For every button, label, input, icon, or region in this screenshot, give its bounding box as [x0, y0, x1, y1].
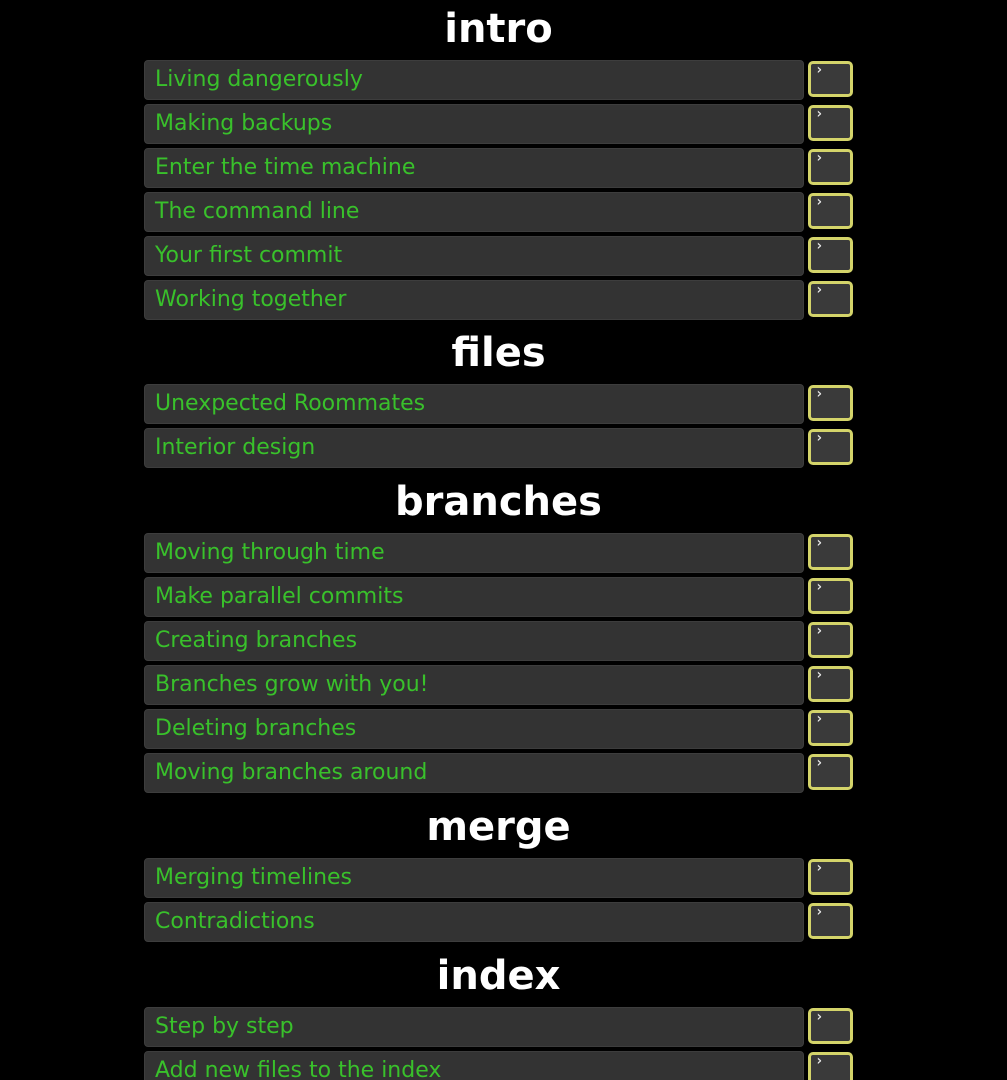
cli-button[interactable]: › [808, 149, 853, 185]
level-button-deleting-branches[interactable]: Deleting branches [144, 709, 804, 749]
level-button-merging-timelines[interactable]: Merging timelines [144, 858, 804, 898]
cli-button[interactable]: › [808, 903, 853, 939]
terminal-prompt-icon: › [815, 667, 824, 683]
terminal-prompt-icon: › [815, 386, 824, 402]
level-button-interior-design[interactable]: Interior design [144, 428, 804, 468]
level-row: Deleting branches › [0, 709, 1007, 753]
cli-button[interactable]: › [808, 237, 853, 273]
terminal-prompt-icon: › [815, 150, 824, 166]
level-row: Unexpected Roommates › [0, 384, 1007, 428]
level-button-step-by-step[interactable]: Step by step [144, 1007, 804, 1047]
level-row: Creating branches › [0, 621, 1007, 665]
level-button-making-backups[interactable]: Making backups [144, 104, 804, 144]
terminal-prompt-icon: › [815, 1053, 824, 1069]
level-button-enter-the-time-machine[interactable]: Enter the time machine [144, 148, 804, 188]
cli-button[interactable]: › [808, 429, 853, 465]
level-button-the-command-line[interactable]: The command line [144, 192, 804, 232]
cli-button[interactable]: › [808, 193, 853, 229]
cli-button[interactable]: › [808, 1052, 853, 1080]
level-button-moving-branches-around[interactable]: Moving branches around [144, 753, 804, 793]
level-button-unexpected-roommates[interactable]: Unexpected Roommates [144, 384, 804, 424]
level-row: Moving branches around › [0, 753, 1007, 797]
terminal-prompt-icon: › [815, 755, 824, 771]
section-title-files: files [451, 330, 546, 376]
cli-button[interactable]: › [808, 385, 853, 421]
terminal-prompt-icon: › [815, 62, 824, 78]
level-row: The command line › [0, 192, 1007, 236]
level-row: Merging timelines › [0, 858, 1007, 902]
level-button-make-parallel-commits[interactable]: Make parallel commits [144, 577, 804, 617]
cli-button[interactable]: › [808, 859, 853, 895]
section-title-branches: branches [395, 479, 602, 525]
cli-button[interactable]: › [808, 534, 853, 570]
level-row: Branches grow with you! › [0, 665, 1007, 709]
level-button-contradictions[interactable]: Contradictions [144, 902, 804, 942]
cli-button[interactable]: › [808, 105, 853, 141]
level-row: Step by step › [0, 1007, 1007, 1051]
level-row: Your first commit › [0, 236, 1007, 280]
terminal-prompt-icon: › [815, 106, 824, 122]
terminal-prompt-icon: › [815, 711, 824, 727]
terminal-prompt-icon: › [815, 282, 824, 298]
level-row: Moving through time › [0, 533, 1007, 577]
level-button-branches-grow-with-you[interactable]: Branches grow with you! [144, 665, 804, 705]
terminal-prompt-icon: › [815, 238, 824, 254]
cli-button[interactable]: › [808, 281, 853, 317]
section-title-intro: intro [444, 6, 553, 52]
level-row: Working together › [0, 280, 1007, 324]
level-button-add-new-files-to-the-index[interactable]: Add new files to the index [144, 1051, 804, 1080]
section-title-merge: merge [426, 804, 571, 850]
terminal-prompt-icon: › [815, 623, 824, 639]
terminal-prompt-icon: › [815, 860, 824, 876]
level-row: Contradictions › [0, 902, 1007, 946]
level-button-moving-through-time[interactable]: Moving through time [144, 533, 804, 573]
level-row: Add new files to the index › [0, 1051, 1007, 1080]
terminal-prompt-icon: › [815, 194, 824, 210]
level-row: Make parallel commits › [0, 577, 1007, 621]
terminal-prompt-icon: › [815, 430, 824, 446]
section-title-index: index [436, 953, 561, 999]
terminal-prompt-icon: › [815, 904, 824, 920]
cli-button[interactable]: › [808, 754, 853, 790]
cli-button[interactable]: › [808, 622, 853, 658]
level-button-creating-branches[interactable]: Creating branches [144, 621, 804, 661]
level-button-living-dangerously[interactable]: Living dangerously [144, 60, 804, 100]
cli-button[interactable]: › [808, 578, 853, 614]
cli-button[interactable]: › [808, 1008, 853, 1044]
level-row: Interior design › [0, 428, 1007, 472]
terminal-prompt-icon: › [815, 1009, 824, 1025]
level-button-your-first-commit[interactable]: Your first commit [144, 236, 804, 276]
level-button-working-together[interactable]: Working together [144, 280, 804, 320]
level-row: Making backups › [0, 104, 1007, 148]
cli-button[interactable]: › [808, 666, 853, 702]
cli-button[interactable]: › [808, 61, 853, 97]
level-row: Living dangerously › [0, 60, 1007, 104]
terminal-prompt-icon: › [815, 579, 824, 595]
level-row: Enter the time machine › [0, 148, 1007, 192]
cli-button[interactable]: › [808, 710, 853, 746]
terminal-prompt-icon: › [815, 535, 824, 551]
